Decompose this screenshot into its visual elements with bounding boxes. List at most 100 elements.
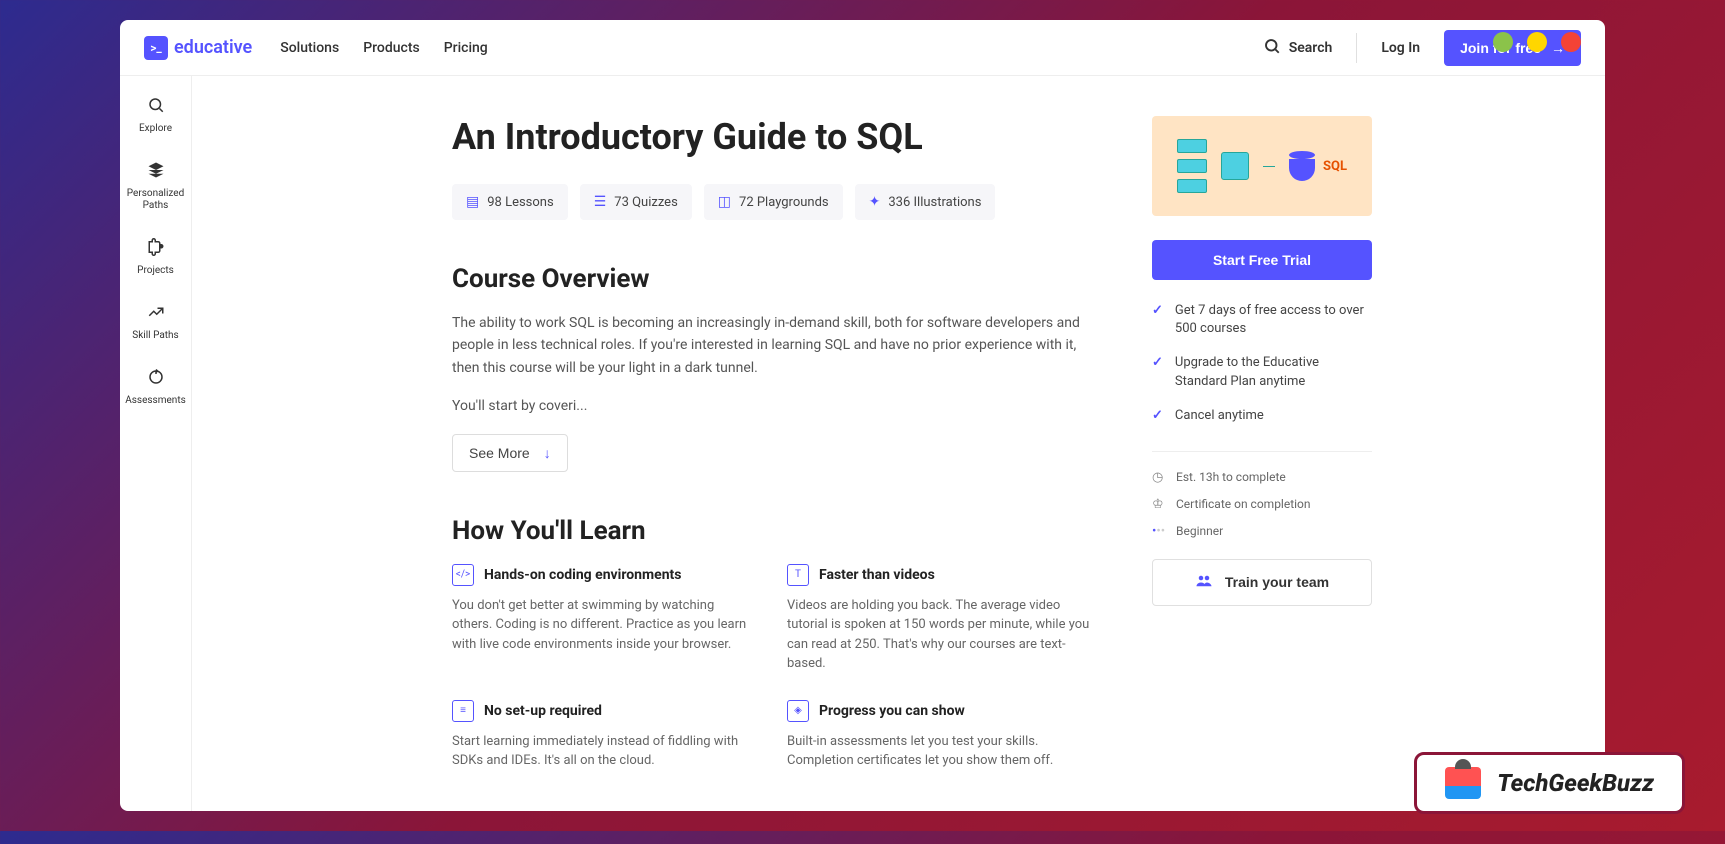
stat-text: 336 Illustrations xyxy=(888,195,981,210)
search-icon xyxy=(1263,37,1281,59)
watermark-text: TechGeekBuzz xyxy=(1497,769,1654,797)
trend-icon xyxy=(147,303,165,326)
overview-text-1: The ability to work SQL is becoming an i… xyxy=(452,312,1092,379)
watermark-badge: TechGeekBuzz xyxy=(1414,752,1685,814)
course-stats: ▤ 98 Lessons ☰ 73 Quizzes ◫ 72 Playgroun… xyxy=(452,184,1092,220)
learn-title: No set-up required xyxy=(484,703,602,719)
layout: Explore Personalized Paths Projects Skil… xyxy=(120,76,1605,811)
learn-title: Progress you can show xyxy=(819,703,965,719)
login-link[interactable]: Log In xyxy=(1381,40,1420,56)
progress-icon: ◈ xyxy=(787,700,809,722)
team-icon xyxy=(1195,574,1213,591)
top-header: >_ educative Solutions Products Pricing … xyxy=(120,20,1605,76)
learn-title: Hands-on coding environments xyxy=(484,567,682,583)
benefit-text: Get 7 days of free access to over 500 co… xyxy=(1175,302,1372,338)
meta-certificate: ♔ Certificate on completion xyxy=(1152,497,1372,512)
sidebar-item-paths[interactable]: Personalized Paths xyxy=(120,157,191,216)
see-more-button[interactable]: See More ↓ xyxy=(452,434,568,472)
sidebar-item-assess[interactable]: Assessments xyxy=(120,364,191,411)
course-hero-image: SQL xyxy=(1152,116,1372,216)
hero-sql-label: SQL xyxy=(1323,159,1347,174)
learn-heading: How You'll Learn xyxy=(452,516,1092,546)
level-icon: ••• xyxy=(1152,524,1166,539)
chevron-down-icon: ↓ xyxy=(544,445,551,461)
close-dot[interactable] xyxy=(1561,32,1581,52)
sidebar-label: Explore xyxy=(139,123,172,135)
see-more-label: See More xyxy=(469,445,530,461)
stat-text: 72 Playgrounds xyxy=(739,195,829,210)
watermark-icon xyxy=(1445,767,1481,799)
main-nav: Solutions Products Pricing xyxy=(280,40,488,56)
search-button[interactable]: Search xyxy=(1263,37,1333,59)
sidebar-label: Personalized Paths xyxy=(122,188,189,212)
learn-grid: </> Hands-on coding environments You don… xyxy=(452,564,1092,771)
benefit-item: ✓ Upgrade to the Educative Standard Plan… xyxy=(1152,354,1372,390)
learn-desc: Videos are holding you back. The average… xyxy=(787,596,1092,674)
ribbon-icon: ♔ xyxy=(1152,497,1166,512)
book-icon: ▤ xyxy=(466,194,479,210)
main-area: An Introductory Guide to SQL ▤ 98 Lesson… xyxy=(192,76,1605,811)
nav-pricing[interactable]: Pricing xyxy=(444,40,488,56)
meta-text: Beginner xyxy=(1176,524,1223,538)
stat-text: 98 Lessons xyxy=(487,195,553,210)
puzzle-icon xyxy=(147,238,165,261)
illustration-icon: ✦ xyxy=(869,194,881,210)
sidebar-item-explore[interactable]: Explore xyxy=(120,92,191,139)
target-icon xyxy=(147,368,165,391)
code-icon: </> xyxy=(452,564,474,586)
sidebar-item-skill[interactable]: Skill Paths xyxy=(120,299,191,346)
meta-duration: ◷ Est. 13h to complete xyxy=(1152,470,1372,485)
learn-desc: You don't get better at swimming by watc… xyxy=(452,596,757,655)
stat-text: 73 Quizzes xyxy=(614,195,678,210)
stat-lessons: ▤ 98 Lessons xyxy=(452,184,568,220)
start-trial-button[interactable]: Start Free Trial xyxy=(1152,240,1372,280)
train-team-button[interactable]: Train your team xyxy=(1152,559,1372,606)
nav-products[interactable]: Products xyxy=(363,40,420,56)
nav-solutions[interactable]: Solutions xyxy=(280,40,339,56)
benefits-list: ✓ Get 7 days of free access to over 500 … xyxy=(1152,302,1372,425)
search-icon xyxy=(147,96,165,119)
learn-item: ≡ No set-up required Start learning imme… xyxy=(452,700,757,771)
overview-heading: Course Overview xyxy=(452,264,1092,294)
app-window: >_ educative Solutions Products Pricing … xyxy=(120,20,1605,811)
learn-desc: Built-in assessments let you test your s… xyxy=(787,732,1092,771)
check-icon: ✓ xyxy=(1152,302,1163,338)
course-title: An Introductory Guide to SQL xyxy=(452,116,1092,158)
overview-text-2: You'll start by coveri... xyxy=(452,395,1092,417)
window-controls xyxy=(1493,32,1581,52)
clock-icon: ◷ xyxy=(1152,470,1166,485)
divider xyxy=(1356,33,1357,63)
logo[interactable]: >_ educative xyxy=(144,36,252,60)
check-icon: ✓ xyxy=(1152,354,1163,390)
benefit-text: Upgrade to the Educative Standard Plan a… xyxy=(1175,354,1372,390)
benefit-text: Cancel anytime xyxy=(1175,407,1264,425)
search-label: Search xyxy=(1289,40,1333,56)
sidebar: Explore Personalized Paths Projects Skil… xyxy=(120,76,192,811)
learn-item: T Faster than videos Videos are holding … xyxy=(787,564,1092,674)
aside: SQL Start Free Trial ✓ Get 7 days of fre… xyxy=(1152,116,1372,771)
stat-quizzes: ☰ 73 Quizzes xyxy=(580,184,692,220)
cloud-icon: ≡ xyxy=(452,700,474,722)
course-meta: ◷ Est. 13h to complete ♔ Certificate on … xyxy=(1152,451,1372,539)
meta-level: ••• Beginner xyxy=(1152,524,1372,539)
sidebar-item-projects[interactable]: Projects xyxy=(120,234,191,281)
playground-icon: ◫ xyxy=(718,194,731,210)
logo-icon: >_ xyxy=(144,36,168,60)
sidebar-label: Skill Paths xyxy=(132,330,178,342)
benefit-item: ✓ Cancel anytime xyxy=(1152,407,1372,425)
layers-icon xyxy=(147,161,165,184)
benefit-item: ✓ Get 7 days of free access to over 500 … xyxy=(1152,302,1372,338)
learn-item: </> Hands-on coding environments You don… xyxy=(452,564,757,674)
text-icon: T xyxy=(787,564,809,586)
stat-illustrations: ✦ 336 Illustrations xyxy=(855,184,996,220)
quiz-icon: ☰ xyxy=(594,194,607,210)
minimize-dot[interactable] xyxy=(1493,32,1513,52)
learn-title: Faster than videos xyxy=(819,567,935,583)
sidebar-label: Projects xyxy=(137,265,174,277)
learn-item: ◈ Progress you can show Built-in assessm… xyxy=(787,700,1092,771)
train-label: Train your team xyxy=(1225,574,1329,590)
check-icon: ✓ xyxy=(1152,407,1163,425)
stat-playgrounds: ◫ 72 Playgrounds xyxy=(704,184,843,220)
logo-text: educative xyxy=(174,37,252,58)
maximize-dot[interactable] xyxy=(1527,32,1547,52)
